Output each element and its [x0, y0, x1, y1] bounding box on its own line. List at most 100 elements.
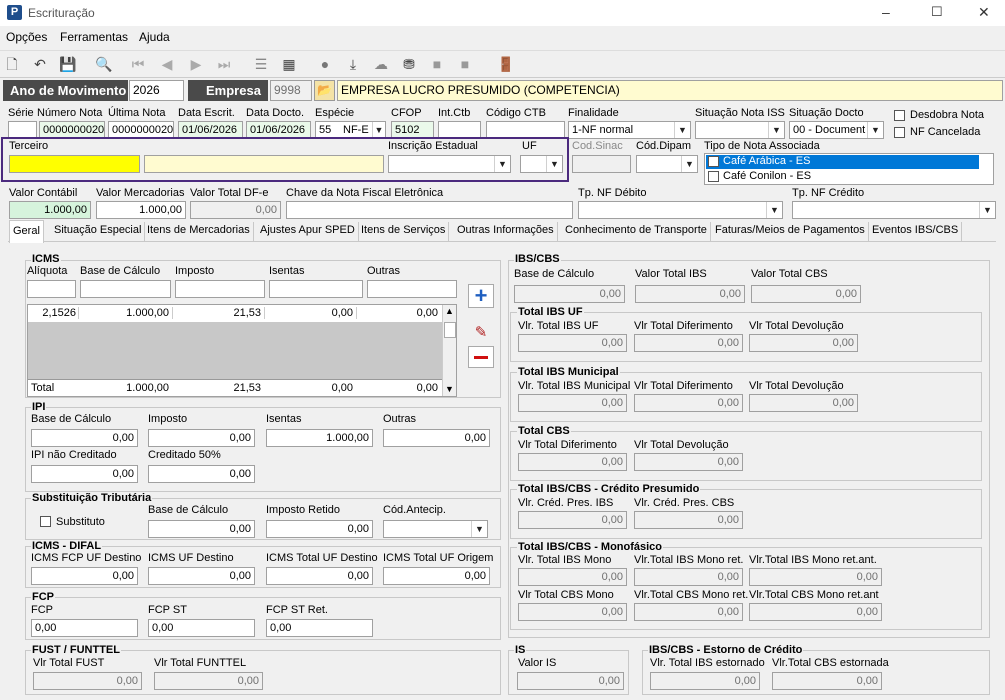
st-retido-field[interactable]: 0,00: [266, 520, 373, 538]
list-item[interactable]: Café Conilon - ES: [706, 170, 979, 184]
first-icon[interactable]: ⏮: [129, 55, 147, 73]
icms-isentas-input[interactable]: [269, 280, 363, 298]
pres1-field: 0,00: [518, 511, 627, 529]
minimize-button[interactable]: –: [882, 4, 890, 20]
menu-ajuda[interactable]: Ajuda: [139, 30, 170, 44]
difal-f3-field[interactable]: 0,00: [266, 567, 373, 585]
edit-button[interactable]: ✎: [468, 323, 494, 345]
tab-ajustes-apur[interactable]: Ajustes Apur SPED: [257, 222, 359, 241]
exit-icon[interactable]: 🚪: [497, 55, 515, 73]
datadocto-label: Data Docto.: [246, 107, 305, 119]
difal-f1-field[interactable]: 0,00: [31, 567, 138, 585]
last-icon[interactable]: ⏭: [215, 55, 233, 73]
ipi-isentas-field[interactable]: 1.000,00: [266, 429, 373, 447]
vdfe-field: 0,00: [190, 201, 281, 219]
calculator-icon[interactable]: ▦: [280, 55, 298, 73]
sitiss-select[interactable]: ▼: [695, 121, 785, 139]
menu-ferramentas[interactable]: Ferramentas: [60, 30, 128, 44]
chevron-down-icon: ▼: [979, 202, 995, 218]
cancelada-checkbox[interactable]: [894, 127, 905, 138]
st-base-field[interactable]: 0,00: [148, 520, 255, 538]
pres2-field: 0,00: [634, 511, 743, 529]
scrollbar[interactable]: ▲ ▼: [442, 305, 456, 396]
undo-icon[interactable]: ↶: [31, 55, 49, 73]
list-item[interactable]: Café Arábica - ES: [706, 155, 979, 169]
close-button[interactable]: ✕: [978, 4, 990, 21]
uf-select[interactable]: ▼: [520, 155, 563, 173]
estorno2-field: 0,00: [772, 672, 882, 690]
tab-outras-informacoes[interactable]: Outras Informações: [454, 222, 558, 241]
scroll-thumb[interactable]: [444, 322, 456, 338]
tab-itens-servicos[interactable]: Itens de Serviços: [358, 222, 450, 241]
mono2-label: Vlr.Total IBS Mono ret.: [634, 554, 744, 566]
sitdocto-select[interactable]: 00 - Document ▼: [789, 121, 884, 139]
tiponota-list[interactable]: Café Arábica - ES Café Conilon - ES: [704, 153, 994, 185]
tool-icon[interactable]: ●: [316, 55, 334, 73]
list-item-label: Café Conilon - ES: [723, 170, 812, 182]
fcp-f2-field[interactable]: 0,00: [148, 619, 255, 637]
tab-situacao-especial[interactable]: Situação Especial: [51, 222, 146, 241]
especie-value: NF-E: [343, 124, 369, 136]
icms-aliquota-input[interactable]: [27, 280, 76, 298]
new-icon[interactable]: 🗋: [3, 55, 21, 73]
tpdeb-select[interactable]: ▼: [578, 201, 783, 219]
codctb-label: Código CTB: [486, 107, 546, 119]
remove-button[interactable]: [468, 346, 494, 368]
tab-conhecimento-transporte[interactable]: Conhecimento de Transporte: [562, 222, 711, 241]
vcontabil-field[interactable]: 1.000,00: [9, 201, 91, 219]
cloud-icon[interactable]: ☁: [372, 55, 390, 73]
ano-field[interactable]: 2026: [129, 80, 184, 101]
box2-icon[interactable]: ■: [456, 55, 474, 73]
tab-geral[interactable]: Geral: [9, 220, 44, 243]
icms-imposto-input[interactable]: [175, 280, 265, 298]
difal-f2-field[interactable]: 0,00: [148, 567, 255, 585]
list-icon[interactable]: ☰: [252, 55, 270, 73]
ibscbs-vcbs-field: 0,00: [751, 285, 861, 303]
uf-label: UF: [522, 140, 537, 152]
dipam-select[interactable]: ▼: [636, 155, 698, 173]
finalidade-select[interactable]: 1-NF normal ▼: [568, 121, 691, 139]
table-row[interactable]: 2,1526 1.000,00 21,53 0,00 0,00: [28, 305, 442, 322]
download-icon[interactable]: ⤓: [344, 55, 362, 73]
tab-eventos-ibscbs[interactable]: Eventos IBS/CBS: [869, 222, 963, 241]
add-button[interactable]: +: [468, 284, 494, 308]
vmerc-field[interactable]: 1.000,00: [96, 201, 186, 219]
ipi-naocred-field[interactable]: 0,00: [31, 465, 138, 483]
st-antecip-select[interactable]: ▼: [383, 520, 488, 538]
next-icon[interactable]: ▶: [187, 55, 205, 73]
menu-opcoes[interactable]: Opções: [6, 30, 47, 44]
prev-icon[interactable]: ◀: [158, 55, 176, 73]
coin-icon[interactable]: ⛃: [400, 55, 418, 73]
ipi-imposto-field[interactable]: 0,00: [148, 429, 255, 447]
desdobra-checkbox[interactable]: [894, 110, 905, 121]
tab-faturas[interactable]: Faturas/Meios de Pagamentos: [712, 222, 869, 241]
empresa-code-field[interactable]: 9998: [270, 80, 312, 101]
ie-select[interactable]: ▼: [388, 155, 511, 173]
difal-f4-field[interactable]: 0,00: [383, 567, 490, 585]
ibs-mun3-label: Vlr Total Devolução: [749, 380, 844, 392]
fcp-f1-field[interactable]: 0,00: [31, 619, 138, 637]
icms-base-input[interactable]: [80, 280, 171, 298]
difal-f1-label: ICMS FCP UF Destino: [31, 552, 142, 564]
terceiro-name-field[interactable]: [144, 155, 384, 173]
chave-field[interactable]: [286, 201, 573, 219]
scroll-up-icon[interactable]: ▲: [445, 306, 454, 316]
ipi-cred50-field[interactable]: 0,00: [148, 465, 255, 483]
box-icon[interactable]: ■: [428, 55, 446, 73]
tab-itens-mercadorias[interactable]: Itens de Mercadorias: [144, 222, 254, 241]
save-icon[interactable]: 💾: [59, 55, 77, 73]
ipi-outras-field[interactable]: 0,00: [383, 429, 490, 447]
substituto-checkbox[interactable]: [40, 516, 51, 527]
terceiro-code-field[interactable]: [9, 155, 140, 173]
checkbox[interactable]: [708, 156, 719, 167]
scroll-down-icon[interactable]: ▼: [445, 384, 454, 394]
chevron-down-icon: ▼: [372, 122, 385, 138]
icms-outras-input[interactable]: [367, 280, 457, 298]
ipi-base-field[interactable]: 0,00: [31, 429, 138, 447]
checkbox[interactable]: [708, 171, 719, 182]
fcp-f3-field[interactable]: 0,00: [266, 619, 373, 637]
maximize-button[interactable]: ☐: [931, 4, 943, 20]
folder-icon[interactable]: 📂: [314, 80, 335, 101]
tpcred-select[interactable]: ▼: [792, 201, 996, 219]
print-preview-icon[interactable]: 🔍: [95, 55, 113, 73]
